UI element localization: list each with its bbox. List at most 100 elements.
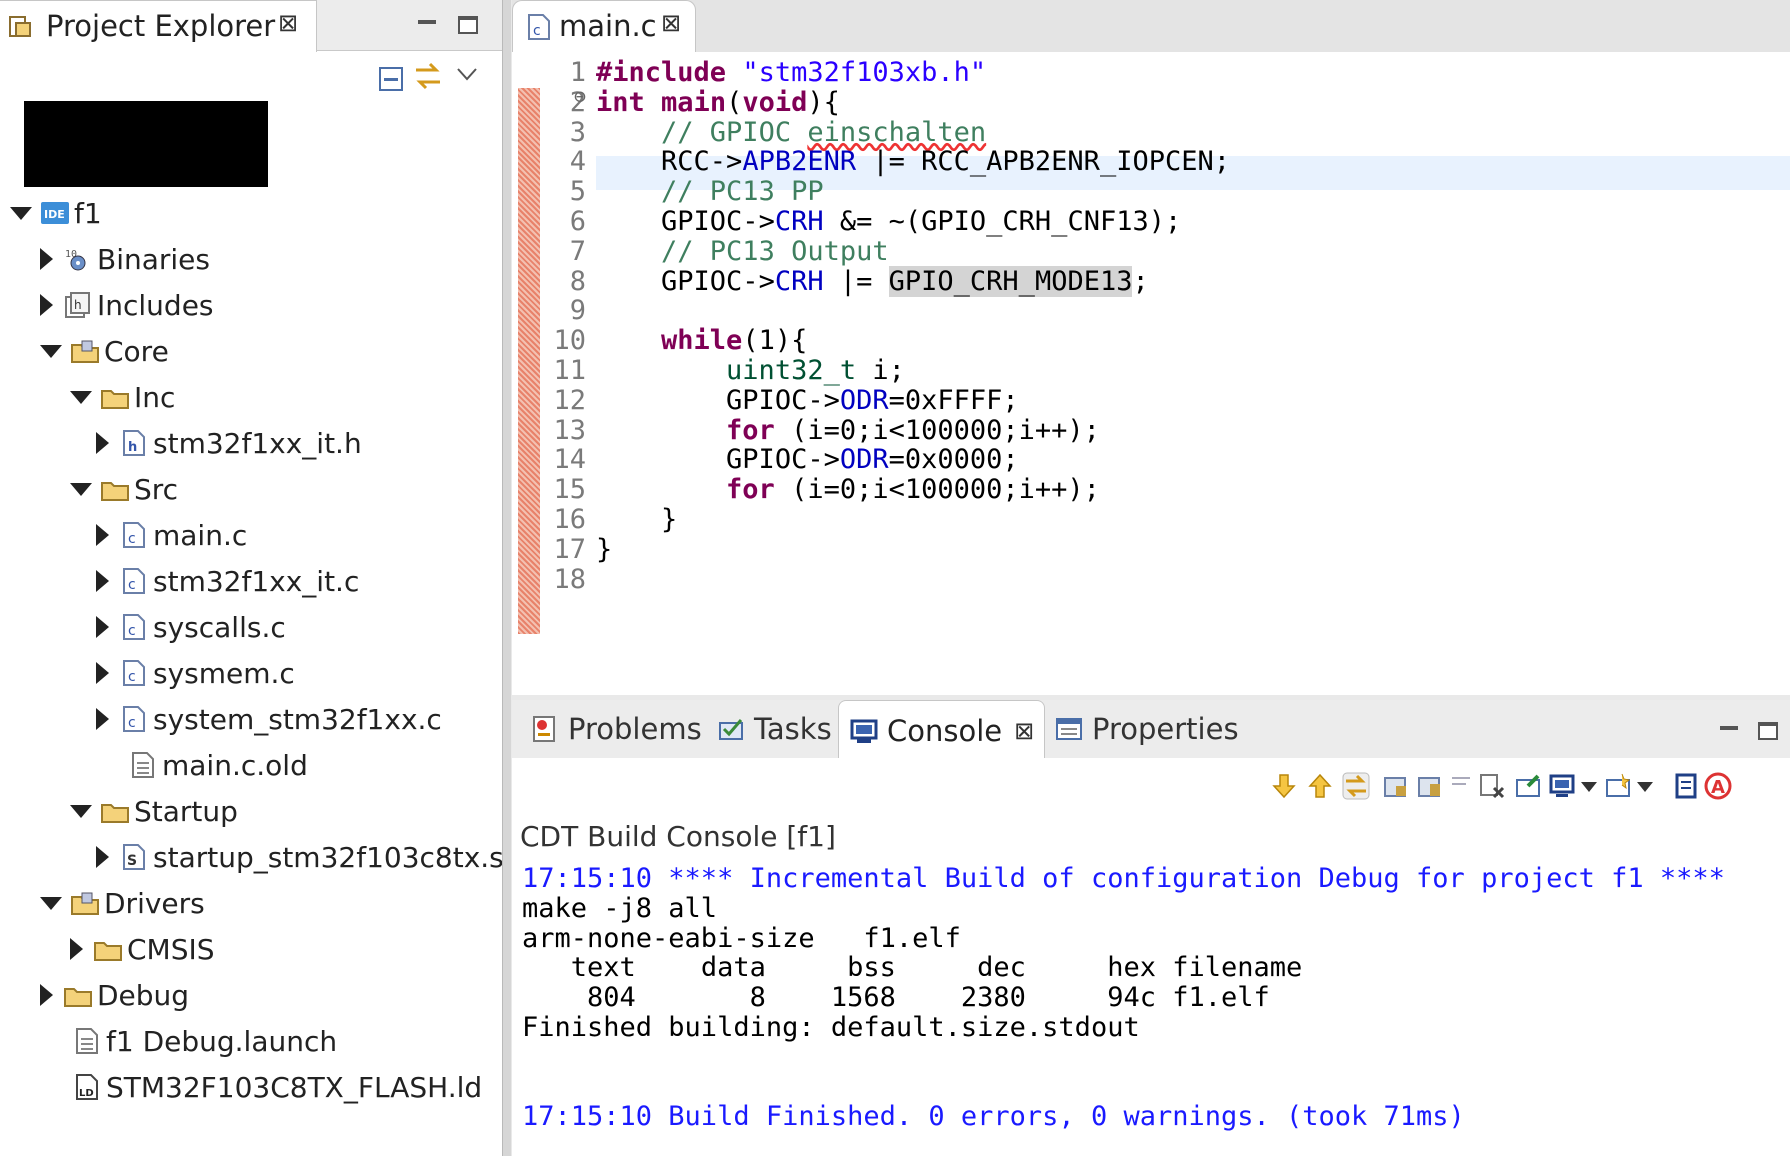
console-line: Finished building: default.size.stdout [522,1012,1140,1043]
tree-item[interactable]: main.c.old [128,745,308,785]
tab-main-c[interactable]: c main.c ⊠ [512,0,696,54]
tree-item-label: f1 Debug.launch [106,1024,338,1058]
tree-item[interactable]: c sysmem.c [96,653,295,693]
tree-item[interactable]: IDE f1 [10,193,102,233]
tree-item[interactable]: c main.c [96,515,247,555]
minimize-button[interactable] [418,20,436,24]
tree-item[interactable]: c syscalls.c [96,607,286,647]
problems-icon [533,716,555,742]
tree-item[interactable]: Sstartup_stm32f103c8tx.s [96,837,504,877]
clear-console-icon[interactable] [1478,772,1506,800]
display-console-icon[interactable] [1548,772,1576,800]
view-menu-icon[interactable] [456,66,478,82]
scroll-up-icon[interactable] [1306,772,1334,800]
tree-item[interactable]: h stm32f1xx_it.h [96,423,362,463]
tree-item[interactable]: f1 Debug.launch [72,1021,337,1061]
svg-text:c: c [128,623,136,639]
expand-arrow-closed-icon[interactable] [96,432,109,454]
folder-icon [101,390,129,409]
expand-arrow-closed-icon[interactable] [96,616,109,638]
code-token: // GPIOC [661,116,808,148]
console-output[interactable]: 17:15:10 **** Incremental Build of confi… [512,862,1790,1156]
scroll-down-icon[interactable] [1270,772,1298,800]
expand-arrow-open-icon[interactable] [40,896,62,910]
tree-item[interactable]: Debug [40,975,189,1015]
expand-arrow-open-icon[interactable] [70,482,92,496]
maximize-button[interactable] [1758,722,1778,740]
code-token: GPIOC-> [661,265,775,297]
expand-arrow-closed-icon[interactable] [40,984,53,1006]
tree-item-label: Startup [134,794,238,828]
svg-text:c: c [128,669,136,685]
open-console-icon[interactable] [1604,772,1632,800]
copy-build-log-icon[interactable] [1672,772,1700,800]
tab-tasks[interactable]: Tasks [706,700,842,758]
tree-item[interactable]: Src [70,469,178,509]
c-file-icon: c [123,614,145,640]
close-icon[interactable]: ⊠ [661,9,681,37]
tree-item[interactable]: LD STM32F103C8TX_FLASH.ld [72,1067,482,1107]
expand-arrow-closed-icon[interactable] [40,248,53,270]
asm-file-icon: S [123,844,145,870]
c-file-icon: c [123,568,145,594]
maximize-button[interactable] [458,16,478,34]
editor-area: c main.c ⊠ 1 #include "stm32f103xb.h" 2 int… [512,0,1790,695]
code-token: (i=0;i<100000;i++); [774,474,1100,506]
expand-arrow-closed-icon[interactable] [96,570,109,592]
pin-console-icon[interactable] [1514,772,1542,800]
tree-item[interactable]: 10 Binaries [40,239,210,279]
expand-arrow-closed-icon[interactable] [96,708,109,730]
chevron-down-icon[interactable] [1580,780,1598,794]
build-console-icon[interactable]: A [1704,772,1732,800]
tree-item[interactable]: Core [40,331,169,371]
code-token: ){ [807,86,840,118]
tree-item[interactable]: h Includes [40,285,214,325]
code-token: } [661,504,678,535]
line-number: 18 [553,563,586,595]
minimize-button[interactable] [1720,726,1738,730]
close-icon[interactable]: ⊠ [278,9,298,37]
tree-item-label: CMSIS [127,932,215,966]
tree-item[interactable]: Inc [70,377,175,417]
code-line[interactable]: 18 [512,563,1790,597]
code-editor[interactable]: 1 #include "stm32f103xb.h" 2 int main(void)… [512,52,1790,692]
expand-arrow-open-icon[interactable] [10,206,32,220]
chevron-down-icon[interactable] [1636,780,1654,794]
code-token: for [726,474,775,506]
tree-item[interactable]: c stm32f1xx_it.c [96,561,359,601]
tab-project-explorer[interactable]: Project Explorer ⊠ [0,0,317,52]
fold-marker-icon[interactable]: ⊖ [574,84,586,108]
folder-icon [101,482,129,501]
folder-icon [94,942,122,961]
code-token: ( [726,86,743,118]
show-lines-icon[interactable] [1450,772,1478,800]
tab-properties[interactable]: Properties [1044,700,1249,758]
tab-console[interactable]: Console ⊠ [838,700,1046,760]
tab-problems[interactable]: Problems [520,700,712,758]
expand-arrow-closed-icon[interactable] [96,524,109,546]
tree-item-label: sysmem.c [153,656,295,690]
expand-arrow-closed-icon[interactable] [40,294,53,316]
link-icon[interactable] [1342,772,1370,800]
tree-item[interactable]: CMSIS [70,929,215,969]
code-token: uint32_t [726,355,857,386]
properties-icon [1056,718,1082,740]
close-icon[interactable]: ⊠ [1014,717,1034,745]
scroll-lock-icon[interactable] [1382,772,1410,800]
collapse-all-icon[interactable] [378,64,406,92]
expand-arrow-closed-icon[interactable] [96,662,109,684]
expand-arrow-open-icon[interactable] [70,390,92,404]
word-wrap-icon[interactable] [1416,772,1444,800]
tree-item[interactable]: Startup [70,791,238,831]
code-token: void [742,86,808,118]
view-sash[interactable] [502,0,511,1156]
expand-arrow-closed-icon[interactable] [70,938,83,960]
link-with-editor-icon[interactable] [412,60,446,92]
tree-item[interactable]: Drivers [40,883,205,923]
expand-arrow-open-icon[interactable] [40,344,62,358]
expand-arrow-open-icon[interactable] [70,804,92,818]
code-token: RCC-> [661,146,743,178]
expand-arrow-closed-icon[interactable] [96,846,109,868]
tree-item[interactable]: c system_stm32f1xx.c [96,699,442,739]
svg-text:c: c [128,715,136,731]
